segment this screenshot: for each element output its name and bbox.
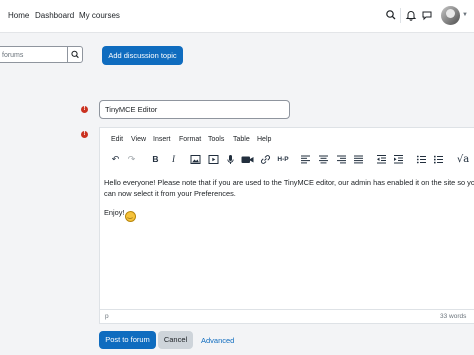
post-to-forum-button[interactable]: Post to forum bbox=[99, 331, 156, 349]
message-line-2: can now select it from your Preferences. bbox=[104, 189, 236, 198]
subject-field[interactable]: TinyMCE Editor bbox=[99, 100, 290, 119]
search-icon[interactable] bbox=[385, 9, 397, 21]
bold-icon[interactable]: B bbox=[150, 154, 161, 165]
tinymce-editor: Edit View Insert Format Tools Table Help… bbox=[99, 127, 474, 324]
redo-icon[interactable]: ↷ bbox=[126, 154, 137, 165]
message-paragraph: Hello everyone! Please note that if you … bbox=[104, 177, 474, 199]
numbered-list-icon[interactable] bbox=[433, 154, 444, 165]
nav-dashboard-link[interactable]: Dashboard bbox=[35, 11, 74, 20]
video-camera-icon[interactable] bbox=[241, 154, 254, 165]
align-right-icon[interactable] bbox=[336, 154, 347, 165]
microphone-icon[interactable] bbox=[225, 154, 236, 165]
align-center-icon[interactable] bbox=[318, 154, 329, 165]
align-justify-icon[interactable] bbox=[353, 154, 364, 165]
search-icon bbox=[71, 50, 79, 59]
bell-icon[interactable] bbox=[405, 9, 417, 21]
user-avatar[interactable] bbox=[441, 6, 460, 25]
editor-statusbar: p 33 words bbox=[100, 309, 474, 325]
nav-my-courses-link[interactable]: My courses bbox=[79, 11, 120, 20]
smiley-face-icon: ‿ bbox=[124, 211, 136, 222]
editor-content[interactable]: Hello everyone! Please note that if you … bbox=[104, 177, 474, 230]
word-count: 33 words bbox=[440, 313, 467, 320]
menu-help[interactable]: Help bbox=[257, 136, 271, 143]
advanced-link[interactable]: Advanced bbox=[201, 336, 234, 345]
message-line-1: Hello everyone! Please note that if you … bbox=[104, 178, 474, 187]
undo-icon[interactable]: ↶ bbox=[110, 154, 121, 165]
search-forums-input[interactable]: forums bbox=[0, 46, 67, 63]
add-discussion-topic-button[interactable]: Add discussion topic bbox=[102, 46, 183, 65]
menu-edit[interactable]: Edit bbox=[111, 136, 123, 143]
equation-icon[interactable]: √a bbox=[456, 154, 470, 165]
bullet-list-icon[interactable] bbox=[416, 154, 427, 165]
required-icon: ! bbox=[81, 106, 88, 113]
required-icon: ! bbox=[81, 131, 88, 138]
menu-view[interactable]: View bbox=[131, 136, 146, 143]
search-forums-button[interactable] bbox=[67, 46, 83, 63]
outdent-icon[interactable] bbox=[376, 154, 387, 165]
link-icon[interactable] bbox=[260, 154, 271, 165]
element-path[interactable]: p bbox=[105, 313, 109, 320]
menu-format[interactable]: Format bbox=[179, 136, 201, 143]
cancel-button[interactable]: Cancel bbox=[158, 331, 193, 349]
media-icon[interactable] bbox=[208, 154, 219, 165]
enjoy-text: Enjoy! bbox=[104, 208, 125, 217]
menu-insert[interactable]: Insert bbox=[153, 136, 171, 143]
menu-table[interactable]: Table bbox=[233, 136, 250, 143]
align-left-icon[interactable] bbox=[300, 154, 311, 165]
chevron-down-icon[interactable]: ▼ bbox=[462, 12, 468, 18]
top-navbar: Home Dashboard My courses ▼ bbox=[0, 0, 474, 33]
image-icon[interactable] bbox=[190, 154, 201, 165]
chat-bubble-icon[interactable] bbox=[421, 9, 433, 21]
nav-divider bbox=[400, 8, 401, 23]
nav-home-link[interactable]: Home bbox=[8, 11, 29, 20]
indent-icon[interactable] bbox=[393, 154, 404, 165]
menu-tools[interactable]: Tools bbox=[208, 136, 224, 143]
enjoy-paragraph: Enjoy! ‿ bbox=[104, 207, 474, 222]
h5p-icon[interactable]: H-P bbox=[275, 154, 291, 165]
italic-icon[interactable]: I bbox=[168, 154, 179, 165]
